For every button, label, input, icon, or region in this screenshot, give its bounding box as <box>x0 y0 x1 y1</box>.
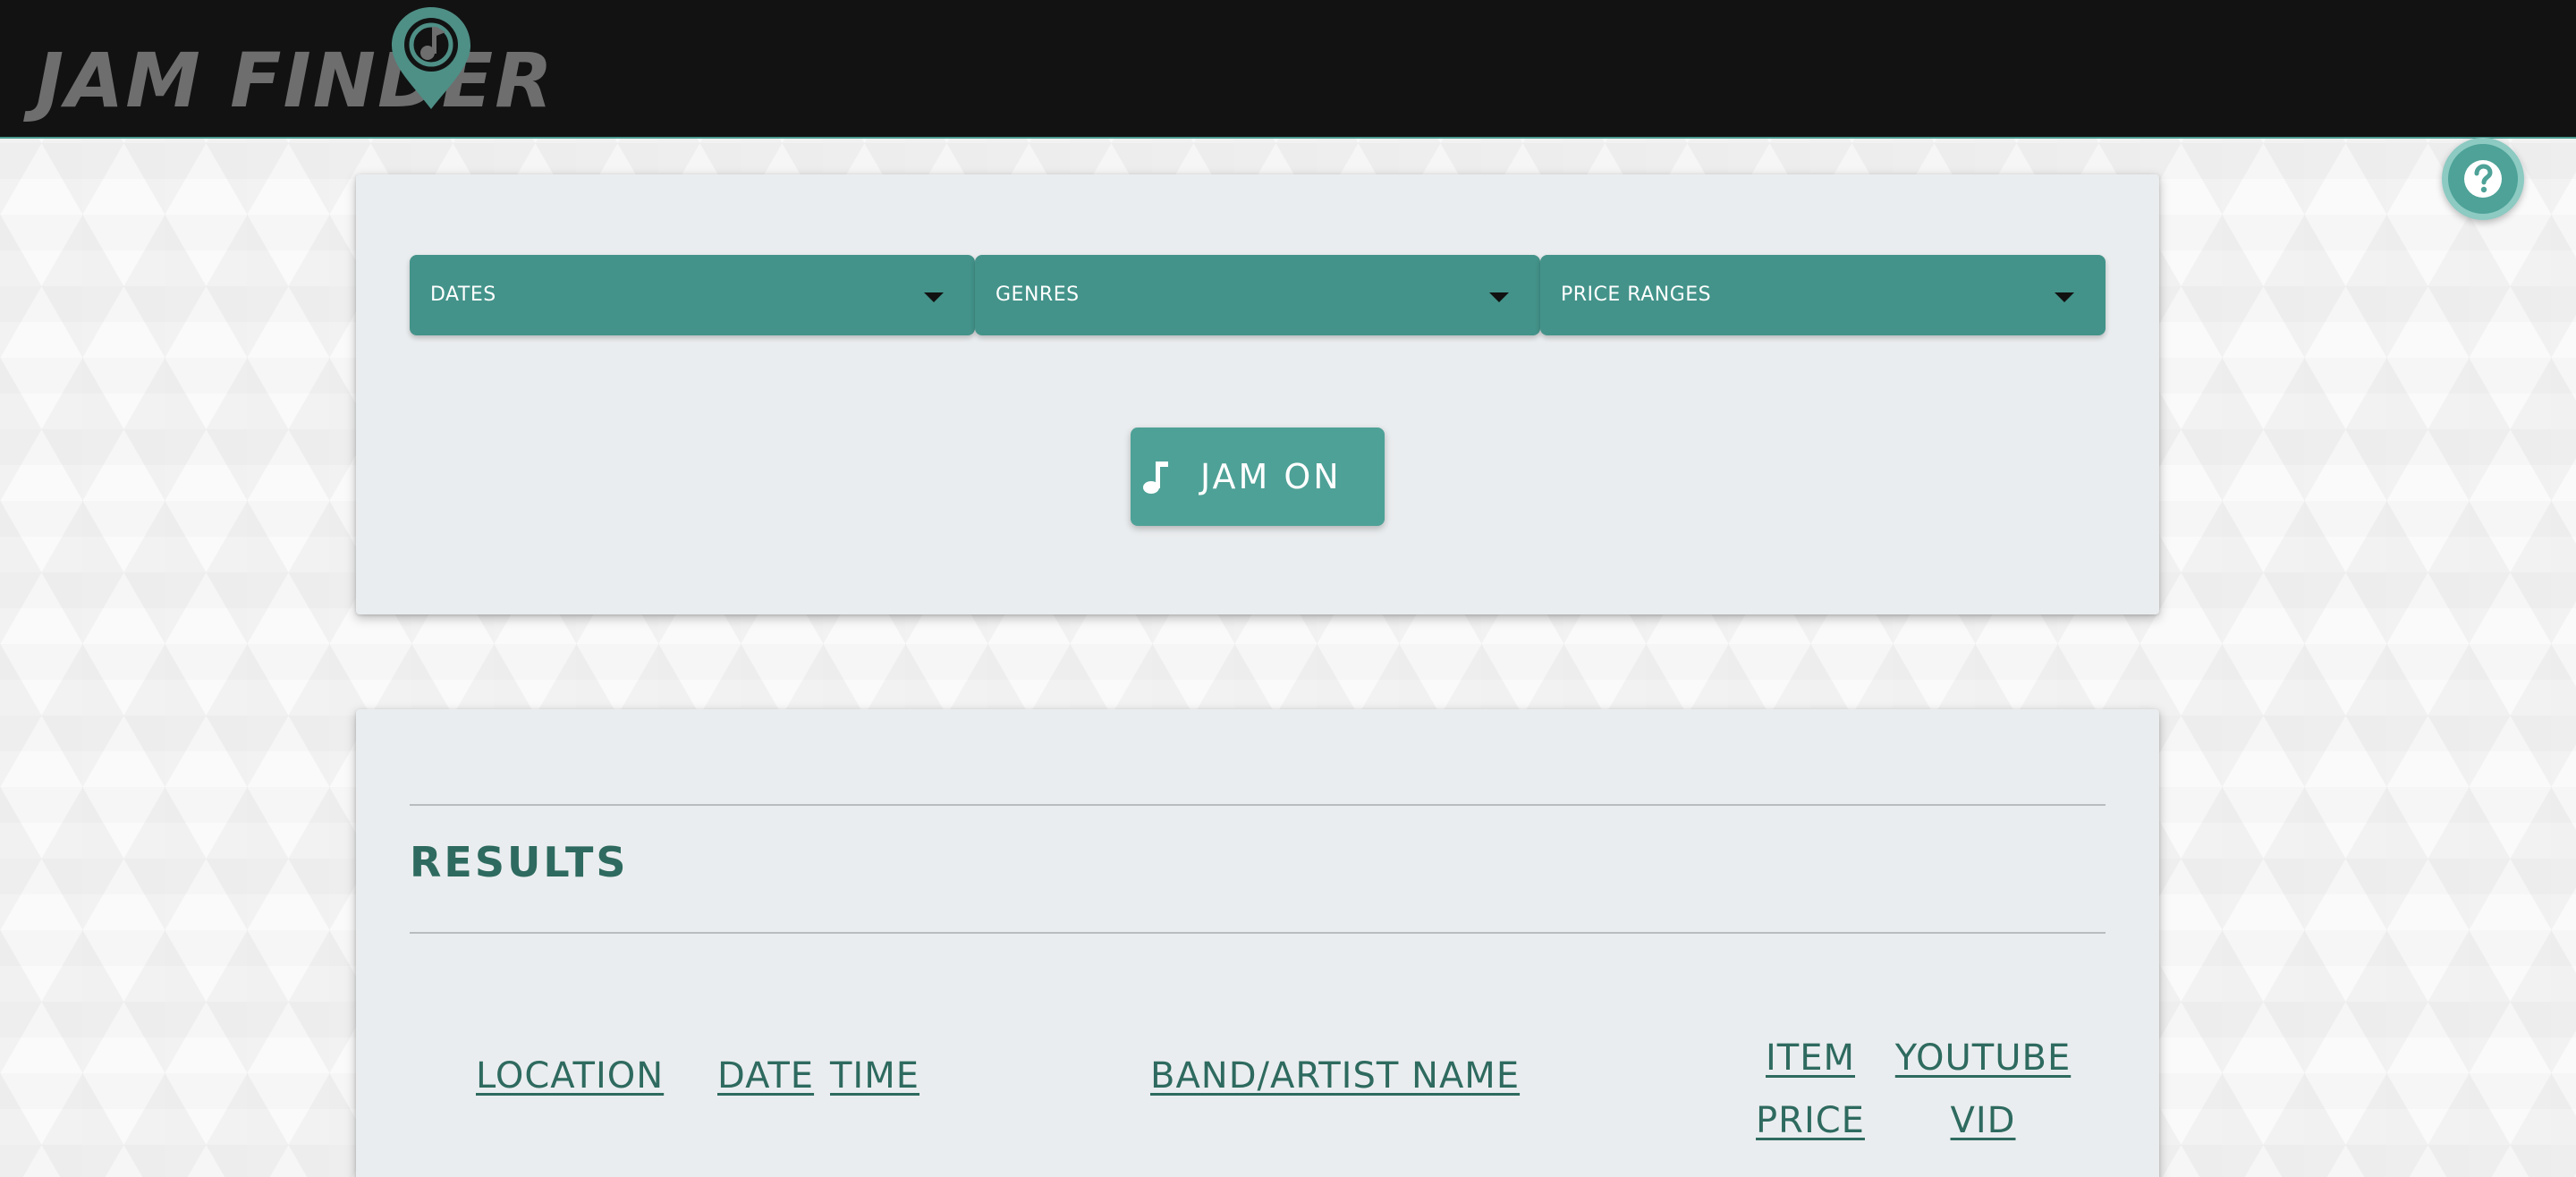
dates-dropdown-label: DATES <box>430 284 496 306</box>
help-button[interactable] <box>2442 138 2524 220</box>
youtube-vid-line-1: YOUTUBE <box>1894 1037 2072 1079</box>
jam-on-button[interactable]: JAM ON <box>1131 428 1385 526</box>
column-header-band-artist-name[interactable]: BAND/ARTIST NAME <box>1150 1058 1520 1094</box>
map-pin-music-icon <box>392 7 470 109</box>
price-ranges-dropdown[interactable]: PRICE RANGES <box>1540 255 2106 335</box>
caret-down-icon <box>924 292 944 302</box>
caret-down-icon <box>1489 292 1509 302</box>
price-ranges-dropdown-label: PRICE RANGES <box>1561 284 1712 306</box>
jam-on-label: JAM ON <box>1200 457 1342 496</box>
results-divider-bottom <box>410 932 2106 934</box>
item-price-line-1: ITEM <box>1765 1037 1855 1079</box>
filter-panel: DATES GENRES PRICE RANGES JAM ON <box>356 174 2159 614</box>
item-price-line-2: PRICE <box>1756 1100 1865 1141</box>
column-header-time[interactable]: TIME <box>830 1058 919 1094</box>
music-note-icon <box>1143 461 1168 494</box>
jam-finder-logo[interactable]: JAM FINDER <box>36 2 553 118</box>
results-divider-top <box>410 804 2106 806</box>
genres-dropdown-label: GENRES <box>996 284 1080 306</box>
logo-text: JAM FINDER <box>36 37 555 124</box>
results-title: RESULTS <box>410 838 629 886</box>
caret-down-icon <box>2055 292 2074 302</box>
column-header-location[interactable]: LOCATION <box>476 1058 664 1094</box>
question-mark-icon <box>2464 160 2502 198</box>
dates-dropdown[interactable]: DATES <box>410 255 975 335</box>
column-header-item-price[interactable]: ITEM PRICE <box>1748 1027 1873 1152</box>
column-header-youtube-vid[interactable]: YOUTUBE VID <box>1891 1027 2075 1152</box>
youtube-vid-line-2: VID <box>1950 1100 2016 1141</box>
column-header-date[interactable]: DATE <box>717 1058 814 1094</box>
top-navbar: JAM FINDER <box>0 0 2576 139</box>
genres-dropdown[interactable]: GENRES <box>975 255 1540 335</box>
results-panel: RESULTS LOCATION DATE TIME BAND/ARTIST N… <box>356 709 2159 1177</box>
